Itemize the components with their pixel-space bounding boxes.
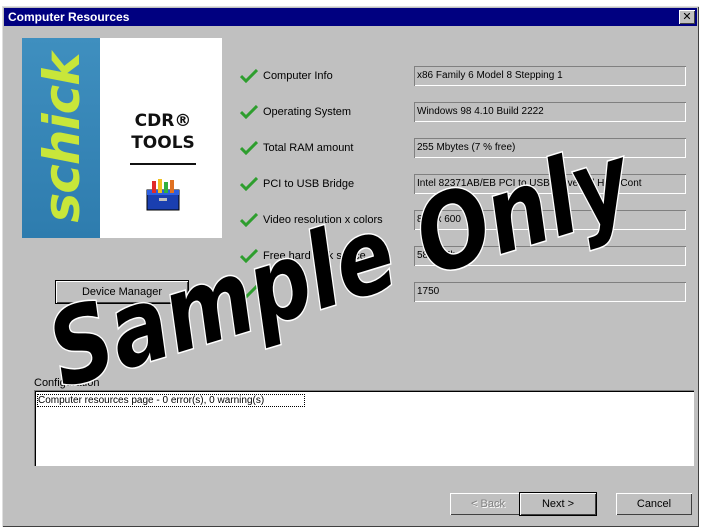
brand-logo-text: schick [33, 53, 91, 223]
logo-stripe: schick [22, 38, 100, 238]
window-title: Computer Resources [8, 10, 130, 24]
check-icon [240, 285, 258, 299]
check-icon [240, 213, 258, 227]
next-button[interactable]: Next > [520, 493, 596, 515]
device-manager-button[interactable]: Device Manager [56, 281, 188, 303]
product-name-line2: TOOLS [131, 133, 195, 153]
check-label: Free hard disk space [263, 250, 366, 262]
ram-amount-field: 255 Mbytes (7 % free) [414, 138, 686, 158]
check-icon [240, 249, 258, 263]
cancel-button[interactable]: Cancel [616, 493, 692, 515]
check-label: Operating System [263, 106, 352, 118]
log-entry[interactable]: Computer resources page - 0 error(s), 0 … [38, 395, 264, 406]
video-resolution-field: 800 x 600 [414, 210, 686, 230]
pci-usb-bridge-field: Intel 82371AB/EB PCI to USB Universal Ho… [414, 174, 686, 194]
disk-space-field: 5860 Mbytes [414, 246, 686, 266]
logo-divider [130, 163, 196, 165]
check-icon [240, 177, 258, 191]
check-label: PCI to USB Bridge [263, 178, 355, 190]
check-icon [240, 141, 258, 155]
product-name: CDR® TOOLS [118, 110, 208, 154]
check-icon [240, 69, 258, 83]
check-label: Total RAM amount [263, 142, 354, 154]
toolbox-icon [146, 179, 180, 211]
back-button[interactable]: < Back [450, 493, 526, 515]
check-label: Video resolution x colors [263, 214, 383, 226]
product-name-line1: CDR® [134, 111, 192, 131]
product-logo: schick CDR® TOOLS [22, 38, 222, 238]
log-list[interactable]: Computer resources page - 0 error(s), 0 … [34, 390, 694, 466]
close-button[interactable]: ✕ [679, 10, 695, 24]
close-icon: ✕ [682, 11, 692, 23]
resource-field: 1750 [414, 282, 686, 302]
operating-system-field: Windows 98 4.10 Build 2222 [414, 102, 686, 122]
check-label: Computer Info [263, 70, 333, 82]
log-label: Configuration [34, 377, 100, 389]
computer-info-field: x86 Family 6 Model 8 Stepping 1 [414, 66, 686, 86]
check-icon [240, 105, 258, 119]
title-bar: Computer Resources ✕ [4, 8, 697, 26]
